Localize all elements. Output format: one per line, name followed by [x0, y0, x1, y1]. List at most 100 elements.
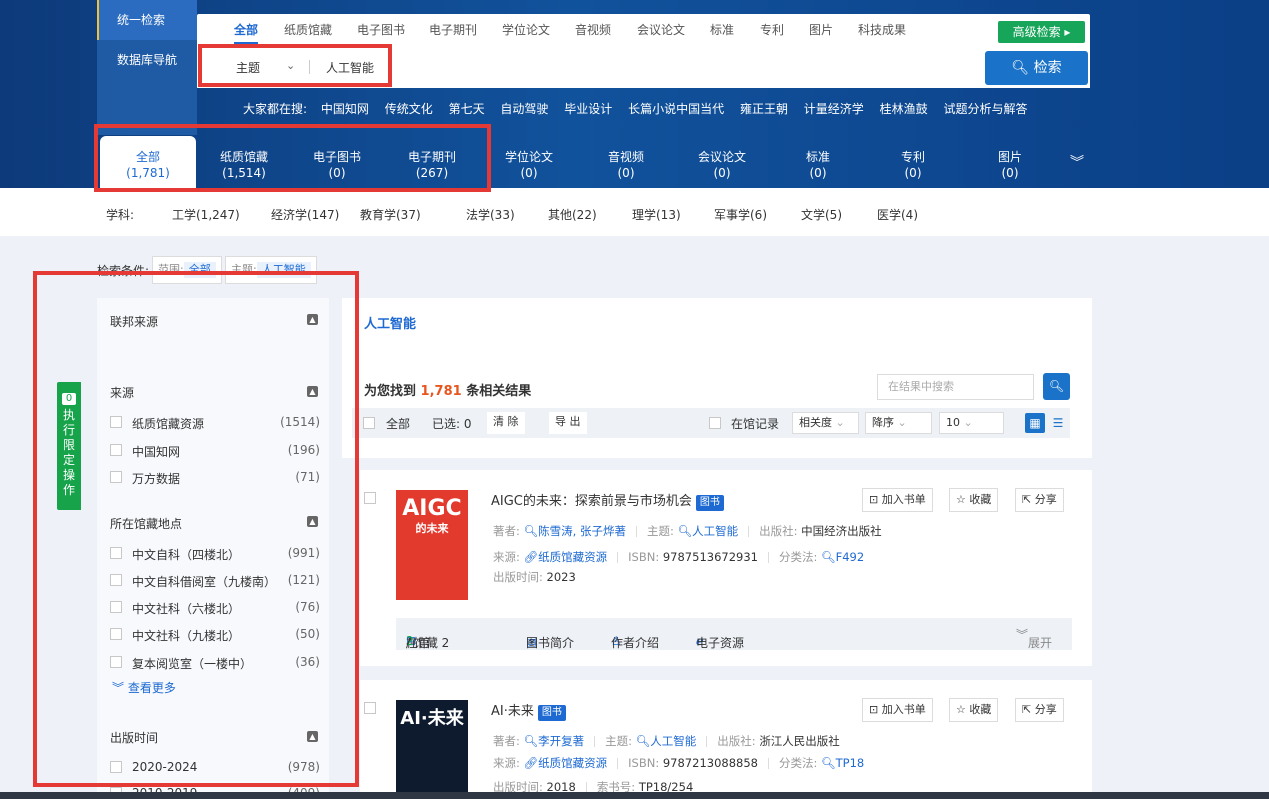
add-label: 加入书单: [881, 703, 926, 716]
tab-conference[interactable]: 会议论文: [637, 14, 685, 46]
meta-row: 著者: 🔍︎李开复著 主题: 🔍︎人工智能 出版社: 浙江人民出版社: [493, 733, 840, 749]
share-button[interactable]: ⇱ 分享: [1015, 488, 1064, 512]
hot-item[interactable]: 雍正王朝: [740, 100, 788, 117]
subject-item[interactable]: 教育学(37): [360, 206, 421, 223]
cat-conference[interactable]: 会议论文 (0): [674, 136, 770, 188]
subject-item[interactable]: 法学(33): [466, 206, 515, 223]
cat-av[interactable]: 音视频 (0): [578, 136, 674, 188]
subject-item[interactable]: 文学(5): [801, 206, 842, 223]
hot-item[interactable]: 计量经济学: [804, 100, 864, 117]
add-booklist-button[interactable]: ⊡ 加入书单: [862, 698, 933, 722]
card-checkbox[interactable]: [364, 702, 376, 714]
source-value: 纸质馆藏资源: [538, 550, 608, 564]
book-title[interactable]: AI·未来 图书: [491, 700, 566, 721]
tab-patent[interactable]: 专利: [760, 14, 784, 46]
taskbar: [0, 792, 1269, 799]
tab-paper[interactable]: 纸质馆藏: [284, 14, 332, 46]
subject-item[interactable]: 经济学(147): [271, 206, 339, 223]
highlight-box: [198, 44, 392, 87]
tab-ebook[interactable]: 电子图书: [357, 14, 405, 46]
subject-item[interactable]: 理学(13): [632, 206, 681, 223]
sort-select[interactable]: 相关度 ⌄: [792, 412, 859, 434]
hot-item[interactable]: 长篇小说中国当代: [628, 100, 724, 117]
nav-unified-search[interactable]: 统一检索: [97, 0, 197, 40]
tab-ejournal[interactable]: 电子期刊: [429, 14, 477, 46]
cover-subtitle: 的未来: [415, 522, 449, 535]
search-icon[interactable]: 🔍︎: [1043, 373, 1070, 400]
meta-row: 来源: 🔗︎纸质馆藏资源 ISBN: 9787213088858 分类法: 🔍︎TP…: [493, 755, 864, 771]
found-num: 1,781: [420, 384, 462, 399]
subject-item[interactable]: 其他(22): [548, 206, 597, 223]
selected-count: 已选: 0: [432, 417, 472, 431]
clear-button[interactable]: 清 除: [487, 412, 525, 434]
card-checkbox[interactable]: [364, 492, 376, 504]
author-link[interactable]: 🔍︎陈雪涛, 张子烨著: [524, 524, 626, 538]
subject-item[interactable]: 医学(4): [877, 206, 918, 223]
favorite-button[interactable]: ☆ 收藏: [949, 488, 999, 512]
highlight-box: [94, 124, 491, 192]
hot-item[interactable]: 第七天: [449, 100, 485, 117]
meta-row: 著者: 🔍︎陈雪涛, 张子烨著 主题: 🔍︎人工智能 出版社: 中国经济出版社: [493, 523, 882, 539]
source-link[interactable]: 🔗︎纸质馆藏资源: [524, 550, 608, 564]
subject-item[interactable]: 工学(1,247): [172, 206, 240, 223]
cat-count: (0): [617, 166, 635, 180]
cat-patent[interactable]: 专利 (0): [865, 136, 961, 188]
author-link[interactable]: 🔍︎李开复著: [524, 734, 585, 748]
in-library-checkbox[interactable]: [709, 417, 721, 429]
source-link[interactable]: 🔗︎纸质馆藏资源: [524, 756, 608, 770]
search-button[interactable]: 🔍︎ 检索: [985, 51, 1088, 85]
tab-standard[interactable]: 标准: [710, 14, 734, 46]
book-cover[interactable]: AIGC 的未来: [396, 490, 468, 600]
list-view-icon[interactable]: ☰: [1048, 413, 1068, 433]
share-button[interactable]: ⇱ 分享: [1015, 698, 1064, 722]
hot-item[interactable]: 中国知网: [321, 100, 369, 117]
sort-value: 相关度: [799, 416, 832, 429]
class-link[interactable]: 🔍︎F492: [821, 550, 864, 564]
class-link[interactable]: 🔍︎TP18: [821, 756, 864, 770]
select-all-label: 全部: [386, 417, 411, 431]
expand-link[interactable]: ︾ 展开: [1016, 626, 1052, 650]
nav-database-guide[interactable]: 数据库导航: [97, 40, 197, 80]
tab-thesis[interactable]: 学位论文: [502, 14, 550, 46]
book-cover[interactable]: AI·未来: [396, 700, 468, 799]
tab-image[interactable]: 图片: [809, 14, 833, 46]
grid-view-icon[interactable]: ▦: [1025, 413, 1045, 433]
result-search-input[interactable]: 在结果中搜索: [877, 374, 1034, 400]
found-suffix: 条相关结果: [466, 384, 532, 399]
tab-all[interactable]: 全部: [234, 14, 259, 46]
cat-standard[interactable]: 标准 (0): [770, 136, 866, 188]
author-value: 陈雪涛, 张子烨著: [538, 524, 626, 538]
hot-item[interactable]: 试题分析与解答: [943, 100, 1027, 117]
topic-link[interactable]: 🔍︎人工智能: [636, 734, 697, 748]
cat-image[interactable]: 图片 (0): [962, 136, 1058, 188]
subject-item[interactable]: 军事学(6): [714, 206, 767, 223]
hot-item[interactable]: 传统文化: [385, 100, 433, 117]
favorite-button[interactable]: ☆ 收藏: [949, 698, 999, 722]
search-type-tabs: 全部 纸质馆藏 电子图书 电子期刊 学位论文 音视频 会议论文 标准 专利 图片…: [197, 14, 1090, 46]
tab-achievement[interactable]: 科技成果: [858, 14, 906, 46]
order-select[interactable]: 降序 ⌄: [865, 412, 932, 434]
select-all-checkbox[interactable]: [363, 417, 375, 429]
page-size-value: 10: [946, 416, 960, 429]
book-title-text: AIGC的未来：探索前景与市场机会: [491, 494, 692, 509]
export-button[interactable]: 导 出: [549, 412, 587, 434]
advanced-search-button[interactable]: 高级检索 ▸: [998, 21, 1085, 43]
tab-av[interactable]: 音视频: [575, 14, 611, 46]
cat-label: 会议论文: [697, 150, 746, 164]
meta-label: 来源:: [493, 550, 520, 564]
hot-item[interactable]: 桂林渔鼓: [880, 100, 928, 117]
add-label: 加入书单: [881, 493, 926, 506]
cat-thesis[interactable]: 学位论文 (0): [481, 136, 577, 188]
topic-value: 人工智能: [692, 524, 739, 538]
result-card: AI·未来 AI·未来 图书 ⊡ 加入书单 ☆ 收藏 ⇱ 分享 著者: 🔍︎李开复…: [360, 680, 1092, 799]
add-booklist-button[interactable]: ⊡ 加入书单: [862, 488, 933, 512]
hot-item[interactable]: 自动驾驶: [500, 100, 548, 117]
book-title[interactable]: AIGC的未来：探索前景与市场机会 图书: [491, 490, 724, 511]
hot-item[interactable]: 毕业设计: [564, 100, 612, 117]
meta-label: 出版时间:: [493, 570, 543, 584]
topic-link[interactable]: 🔍︎人工智能: [677, 524, 738, 538]
page-size-select[interactable]: 10 ⌄: [939, 412, 1004, 434]
author-intro-label: 作者介绍: [611, 636, 660, 650]
chevron-double-down-icon[interactable]: ︾: [1070, 152, 1084, 172]
highlight-box: [33, 271, 359, 787]
